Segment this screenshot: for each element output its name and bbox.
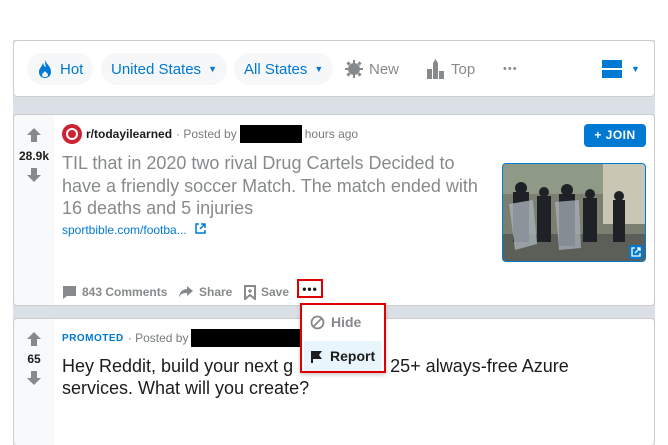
save-button[interactable]: Save [244,282,289,302]
share-button[interactable]: Share [178,282,232,302]
post-meta: PROMOTED · Posted by [62,329,304,347]
post-title[interactable]: TIL that in 2020 two rival Drug Cartels … [62,152,492,220]
comments-label: 843 Comments [82,285,168,299]
region-label: All States [244,60,308,78]
share-icon [179,286,193,298]
sort-new-button[interactable]: New [345,53,399,85]
hide-icon [310,315,325,329]
vote-column: 65 [14,319,54,445]
comment-icon [63,285,76,299]
join-button[interactable]: + JOIN [584,124,646,147]
save-label: Save [261,285,290,299]
promoted-badge: PROMOTED [62,332,124,344]
country-label: United States [111,60,202,78]
posted-by-label: · Posted by [127,331,189,345]
sort-hot-button[interactable]: Hot [27,53,94,85]
thumbnail-image [503,164,645,261]
menu-item-report[interactable]: Report [304,341,382,371]
post-card[interactable]: 28.9k r/todayilearned · Posted by hours … [13,114,655,306]
post-thumbnail[interactable] [502,163,646,262]
sort-more-button[interactable]: ••• [503,53,518,85]
post-link-text: sportbible.com/footba... [62,223,187,237]
post-meta: r/todayilearned · Posted by hours ago [62,124,358,144]
flame-icon [39,60,51,78]
flag-icon [311,350,322,363]
post-link[interactable]: sportbible.com/footba... [62,223,206,237]
gear-icon [345,60,363,78]
post-title-line2: services. What will you create? [62,378,310,398]
chevron-down-icon: ▼ [208,64,217,74]
sort-bar: Hot United States ▼ All States ▼ New Top… [13,40,655,97]
post-title-part-b: ith 25+ always-free Azure [366,356,569,376]
menu-item-hide-label: Hide [331,314,362,330]
more-options-button[interactable]: ••• [297,279,323,298]
chevron-down-icon: ▼ [631,64,640,74]
card-view-icon [602,60,622,78]
upvote-icon[interactable] [26,331,42,347]
country-dropdown[interactable]: United States ▼ [101,53,227,85]
sort-hot-label: Hot [60,60,84,78]
sort-new-label: New [369,60,400,78]
post-title-part-a: Hey Reddit, build your next g [62,356,294,376]
redacted-username [239,125,302,143]
posted-by-label: · Posted by [176,127,237,141]
subreddit-avatar-icon[interactable] [62,124,82,144]
external-link-icon [629,245,643,259]
post-time: hours ago [304,127,359,141]
region-dropdown[interactable]: All States ▼ [234,53,334,85]
menu-item-report-label: Report [330,348,376,364]
view-toggle-button[interactable]: ▼ [602,53,640,85]
sort-top-label: Top [451,60,476,78]
external-link-icon [195,223,206,234]
upvote-icon[interactable] [26,127,42,143]
vote-score: 28.9k [18,149,50,163]
comments-button[interactable]: 843 Comments [62,282,167,302]
downvote-icon[interactable] [26,370,42,386]
bar-chart-icon [427,59,444,79]
sort-top-button[interactable]: Top [427,53,475,85]
subreddit-link[interactable]: r/todayilearned [86,127,172,141]
vote-column: 28.9k [14,115,54,305]
chevron-down-icon: ▼ [314,64,324,74]
vote-score: 65 [27,352,41,366]
downvote-icon[interactable] [26,167,42,183]
redacted-username [191,329,304,347]
post-options-menu: Hide Report [300,303,386,373]
share-label: Share [199,285,233,299]
menu-item-hide[interactable]: Hide [304,307,382,337]
bookmark-icon [244,284,256,300]
